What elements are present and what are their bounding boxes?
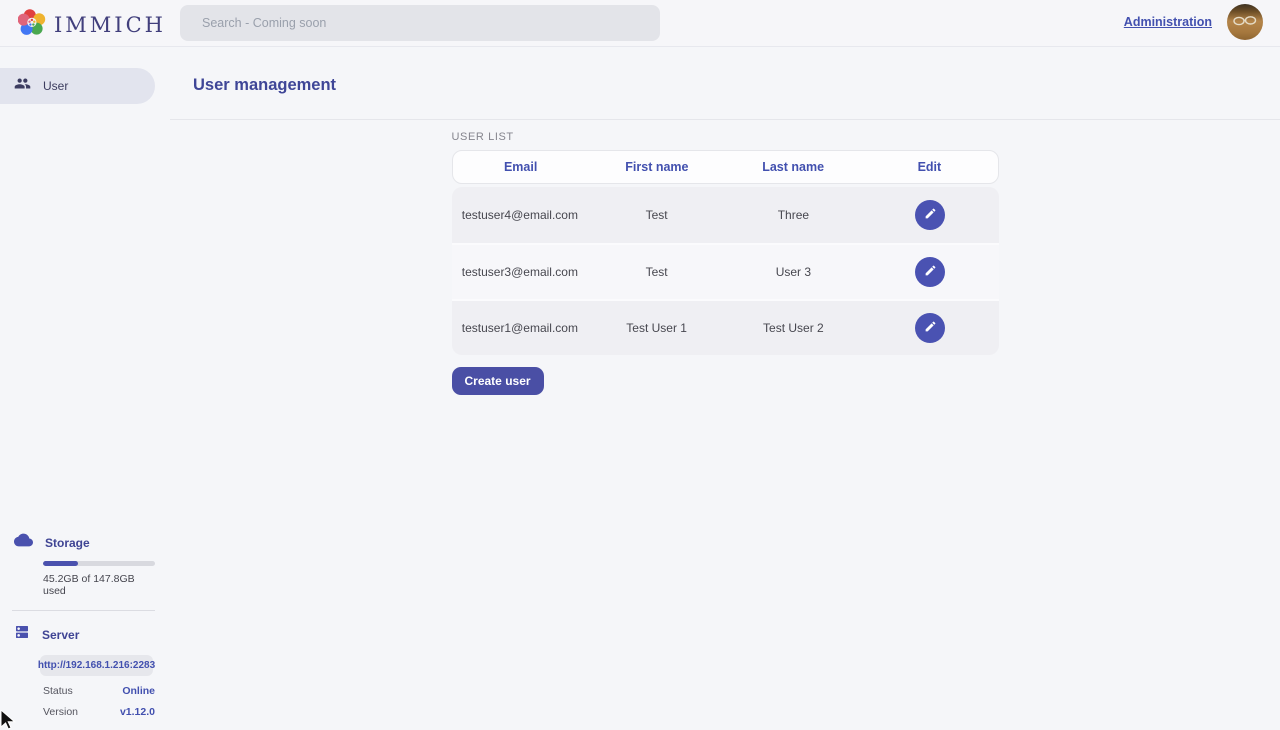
server-version-line: Version v1.12.0 <box>43 706 155 718</box>
sidebar: User Storage 45.2GB of 147.8GB used <box>0 47 170 730</box>
main-panel: User management USER LIST Email First na… <box>170 47 1280 730</box>
sidebar-item-label: User <box>43 79 68 93</box>
user-table-body: testuser4@email.com Test Three <box>452 187 999 355</box>
search-input[interactable] <box>180 5 660 41</box>
user-avatar[interactable] <box>1227 4 1263 40</box>
people-group-icon <box>14 75 31 97</box>
immich-admin-app: IMMICH Administration User <box>0 0 1280 730</box>
title-divider <box>170 119 1280 120</box>
storage-title: Storage <box>45 536 90 550</box>
storage-header: Storage <box>0 533 170 552</box>
cell-first-name: Test User 1 <box>588 321 725 335</box>
create-user-button[interactable]: Create user <box>452 367 544 395</box>
section-label: USER LIST <box>452 131 999 143</box>
version-label: Version <box>43 706 78 718</box>
table-header-row: Email First name Last name Edit <box>452 150 999 184</box>
cell-email: testuser4@email.com <box>452 208 589 222</box>
server-header: Server <box>0 624 170 645</box>
pencil-icon <box>924 264 937 280</box>
table-row: testuser4@email.com Test Three <box>452 187 999 243</box>
server-title: Server <box>42 628 79 642</box>
cell-first-name: Test <box>588 265 725 279</box>
server-section: Server http://192.168.1.216:2283 Status … <box>0 624 170 718</box>
cell-edit <box>862 257 999 287</box>
storage-progress-bar <box>43 561 155 566</box>
user-list-section: USER LIST Email First name Last name Edi… <box>452 131 999 395</box>
server-dns-icon <box>14 624 30 645</box>
column-header-first-name: First name <box>589 160 725 174</box>
cell-last-name: User 3 <box>725 265 862 279</box>
status-label: Status <box>43 685 73 697</box>
page-title: User management <box>170 47 1280 95</box>
status-value: Online <box>122 685 155 697</box>
mouse-cursor <box>0 710 18 730</box>
immich-logo-link[interactable]: IMMICH <box>18 8 166 41</box>
storage-usage-text: 45.2GB of 147.8GB used <box>43 573 155 597</box>
cell-last-name: Test User 2 <box>725 321 862 335</box>
cloud-icon <box>14 533 33 552</box>
search-bar <box>180 5 660 41</box>
table-row: testuser3@email.com Test User 3 <box>452 243 999 299</box>
version-value: v1.12.0 <box>120 706 155 718</box>
cell-edit <box>862 200 999 230</box>
server-url-chip: http://192.168.1.216:2283 <box>40 655 153 676</box>
sidebar-item-user[interactable]: User <box>0 68 155 104</box>
table-row: testuser1@email.com Test User 1 Test Use… <box>452 299 999 355</box>
cell-email: testuser3@email.com <box>452 265 589 279</box>
column-header-email: Email <box>453 160 589 174</box>
top-bar: IMMICH Administration <box>0 0 1280 47</box>
edit-user-button[interactable] <box>915 313 945 343</box>
pencil-icon <box>924 207 937 223</box>
cell-email: testuser1@email.com <box>452 321 589 335</box>
column-header-edit: Edit <box>861 160 997 174</box>
immich-flower-icon <box>18 8 46 41</box>
app-title: IMMICH <box>54 13 166 37</box>
sidebar-footer: Storage 45.2GB of 147.8GB used Server ht… <box>0 533 170 718</box>
administration-link[interactable]: Administration <box>1124 15 1212 29</box>
storage-progress-fill <box>43 561 78 566</box>
cell-first-name: Test <box>588 208 725 222</box>
column-header-last-name: Last name <box>725 160 861 174</box>
edit-user-button[interactable] <box>915 257 945 287</box>
pencil-icon <box>924 320 937 336</box>
server-status-line: Status Online <box>43 685 155 697</box>
edit-user-button[interactable] <box>915 200 945 230</box>
cell-last-name: Three <box>725 208 862 222</box>
cell-edit <box>862 313 999 343</box>
sidebar-divider <box>12 610 155 611</box>
